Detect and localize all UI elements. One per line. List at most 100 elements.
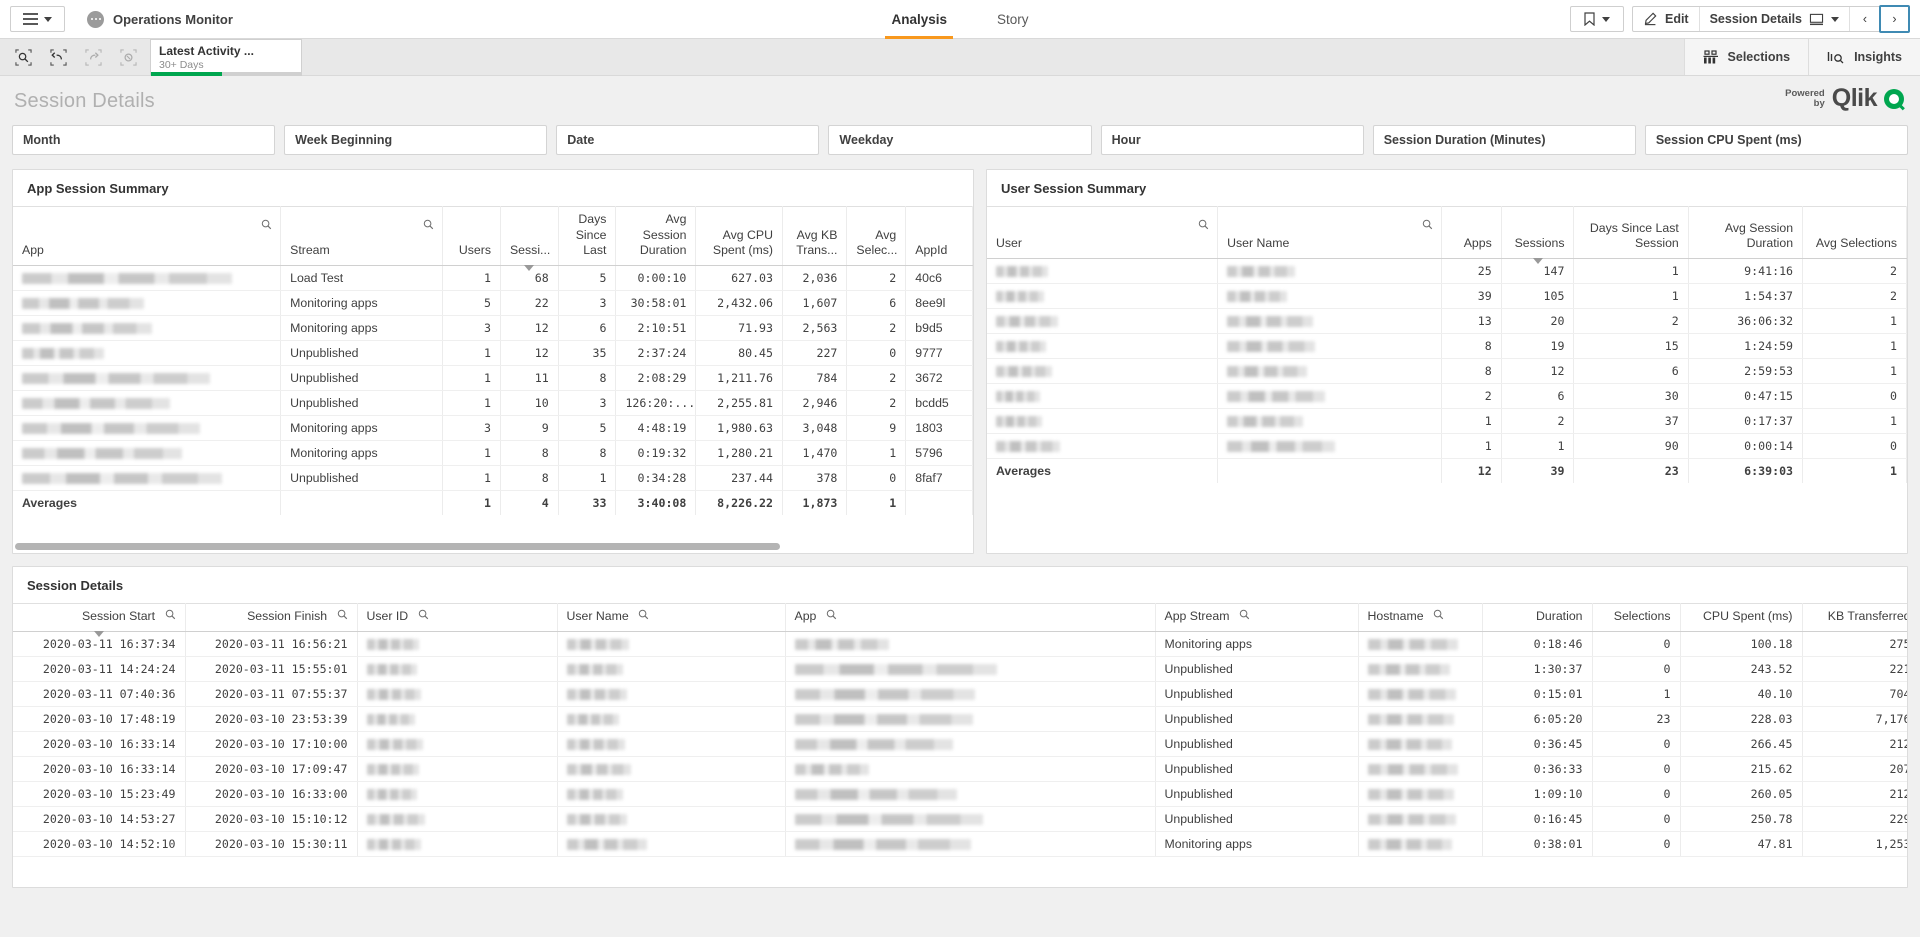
column-header-6[interactable]: App Stream xyxy=(1155,604,1358,632)
filter-date[interactable]: Date xyxy=(556,125,819,155)
table-row[interactable]: Unpublished112352:37:2480.4522709777 xyxy=(13,341,973,366)
cell-@app_w xyxy=(13,466,281,491)
selections-button[interactable]: Selections xyxy=(1684,39,1809,75)
search-icon[interactable] xyxy=(1433,609,1444,620)
table-row[interactable]: 2020-03-10 15:23:492020-03-10 16:33:00Un… xyxy=(13,781,1907,806)
cell-@name_w xyxy=(1218,284,1441,309)
filter-session-duration[interactable]: Session Duration (Minutes) xyxy=(1373,125,1636,155)
table-row[interactable]: Monitoring apps522330:58:012,432.061,607… xyxy=(13,291,973,316)
column-header-4[interactable]: User Name xyxy=(557,604,785,632)
table-row[interactable]: 819151:24:591 xyxy=(987,334,1907,359)
search-icon[interactable] xyxy=(261,219,272,230)
cell-days_since_last_session: 30 xyxy=(1574,384,1688,409)
tab-story[interactable]: Story xyxy=(991,0,1035,39)
column-header-3[interactable]: User ID xyxy=(357,604,557,632)
table-row[interactable]: 2020-03-11 07:40:362020-03-11 07:55:37Un… xyxy=(13,681,1907,706)
search-icon[interactable] xyxy=(1198,219,1209,230)
table-row[interactable]: 2020-03-10 14:53:272020-03-10 15:10:12Un… xyxy=(13,806,1907,831)
table-row[interactable]: Monitoring apps31262:10:5171.932,5632b9d… xyxy=(13,316,973,341)
table-row[interactable]: 26300:47:150 xyxy=(987,384,1907,409)
column-header-11[interactable]: KB Transferred xyxy=(1802,604,1907,632)
cell-cpu_spent_ms: 47.81 xyxy=(1680,831,1802,856)
table-row[interactable]: 1320236:06:321 xyxy=(987,309,1907,334)
cell-cpu_spent_ms: 260.05 xyxy=(1680,781,1802,806)
search-icon[interactable] xyxy=(638,609,649,620)
column-header-2[interactable]: User Name xyxy=(1218,207,1441,259)
previous-sheet-button[interactable]: ‹ xyxy=(1849,7,1880,31)
step-forward-button[interactable] xyxy=(76,40,111,75)
table-row[interactable]: 3910511:54:372 xyxy=(987,284,1907,309)
column-search-button[interactable] xyxy=(1422,219,1433,233)
bookmarks-button[interactable] xyxy=(1571,7,1623,31)
column-header-10[interactable]: AppId xyxy=(906,207,973,266)
cell-@name_w xyxy=(557,831,785,856)
search-icon[interactable] xyxy=(1239,609,1250,620)
search-icon[interactable] xyxy=(423,219,434,230)
search-icon[interactable] xyxy=(418,609,429,620)
column-header-6[interactable]: Avg SessionDuration xyxy=(1688,207,1802,259)
column-header-2[interactable]: Stream xyxy=(281,207,443,266)
column-header-8[interactable]: Avg KBTrans... xyxy=(783,207,847,266)
table-row[interactable]: 2020-03-10 14:52:102020-03-10 15:30:11Mo… xyxy=(13,831,1907,856)
tab-analysis[interactable]: Analysis xyxy=(885,0,953,39)
filter-hour[interactable]: Hour xyxy=(1101,125,1364,155)
column-header-1[interactable]: App xyxy=(13,207,281,266)
column-header-8[interactable]: Duration xyxy=(1482,604,1592,632)
table-row[interactable]: Load Test16850:00:10627.032,036240c6 xyxy=(13,266,973,291)
column-header-4[interactable]: Sessions xyxy=(1501,207,1574,259)
table-row[interactable]: 2514719:41:162 xyxy=(987,259,1907,284)
table-row[interactable]: 2020-03-11 14:24:242020-03-11 15:55:01Un… xyxy=(13,656,1907,681)
search-icon[interactable] xyxy=(1422,219,1433,230)
table-row[interactable]: 12370:17:371 xyxy=(987,409,1907,434)
search-icon[interactable] xyxy=(165,609,176,620)
column-header-7[interactable]: Avg Selections xyxy=(1803,207,1907,259)
column-header-1[interactable]: Session Start xyxy=(13,604,185,632)
selection-search-button[interactable] xyxy=(6,40,41,75)
column-header-6[interactable]: AvgSessionDuration xyxy=(616,207,696,266)
column-header-5[interactable]: DaysSinceLast xyxy=(558,207,616,266)
column-header-3[interactable]: Apps xyxy=(1441,207,1501,259)
step-back-button[interactable] xyxy=(41,40,76,75)
cell-kb_transferred: 212 xyxy=(1802,781,1907,806)
column-header-9[interactable]: Selections xyxy=(1592,604,1680,632)
column-header-5[interactable]: Days Since LastSession xyxy=(1574,207,1688,259)
main-menu-button[interactable] xyxy=(10,6,65,32)
edit-button[interactable]: Edit xyxy=(1633,7,1699,31)
column-header-2[interactable]: Session Finish xyxy=(185,604,357,632)
column-header-3[interactable]: Users xyxy=(443,207,501,266)
column-header-5[interactable]: App xyxy=(785,604,1155,632)
table-row[interactable]: 2020-03-10 16:33:142020-03-10 17:10:00Un… xyxy=(13,731,1907,756)
table-row[interactable]: Unpublished1810:34:28237.4437808faf7 xyxy=(13,466,973,491)
column-search-button[interactable] xyxy=(1198,219,1209,233)
table-row[interactable]: 81262:59:531 xyxy=(987,359,1907,384)
search-icon[interactable] xyxy=(337,609,348,620)
filter-week-beginning[interactable]: Week Beginning xyxy=(284,125,547,155)
column-search-button[interactable] xyxy=(423,219,434,233)
filter-weekday[interactable]: Weekday xyxy=(828,125,1091,155)
next-sheet-button[interactable]: › xyxy=(1879,5,1910,33)
app-table-horizontal-scrollbar[interactable] xyxy=(15,543,780,550)
table-row[interactable]: Unpublished11182:08:291,211.7678423672 xyxy=(13,366,973,391)
table-row[interactable]: Monitoring apps1880:19:321,280.211,47015… xyxy=(13,441,973,466)
column-header-9[interactable]: AvgSelec... xyxy=(847,207,906,266)
table-row[interactable]: Monitoring apps3954:48:191,980.633,04891… xyxy=(13,416,973,441)
table-row[interactable]: Unpublished1103126:20:...2,255.812,9462b… xyxy=(13,391,973,416)
active-selection-chip[interactable]: Latest Activity ... 30+ Days xyxy=(150,39,302,76)
sheet-selector-button[interactable]: Session Details xyxy=(1699,7,1849,31)
column-header-1[interactable]: User xyxy=(987,207,1218,259)
table-row[interactable]: 2020-03-10 17:48:192020-03-10 23:53:39Un… xyxy=(13,706,1907,731)
table-row[interactable]: 11900:00:140 xyxy=(987,434,1907,459)
search-icon[interactable] xyxy=(826,609,837,620)
column-header-7[interactable]: Hostname xyxy=(1358,604,1482,632)
cell-duration: 0:16:45 xyxy=(1482,806,1592,831)
column-header-7[interactable]: Avg CPUSpent (ms) xyxy=(696,207,783,266)
clear-selections-button[interactable] xyxy=(111,40,146,75)
table-row[interactable]: 2020-03-11 16:37:342020-03-11 16:56:21Mo… xyxy=(13,631,1907,656)
filter-month[interactable]: Month xyxy=(12,125,275,155)
insights-button[interactable]: Insights xyxy=(1808,39,1920,75)
column-header-10[interactable]: CPU Spent (ms) xyxy=(1680,604,1802,632)
table-row[interactable]: 2020-03-10 16:33:142020-03-10 17:09:47Un… xyxy=(13,756,1907,781)
column-header-4[interactable]: Sessi... xyxy=(500,207,558,266)
column-search-button[interactable] xyxy=(261,219,272,233)
filter-session-cpu-spent[interactable]: Session CPU Spent (ms) xyxy=(1645,125,1908,155)
